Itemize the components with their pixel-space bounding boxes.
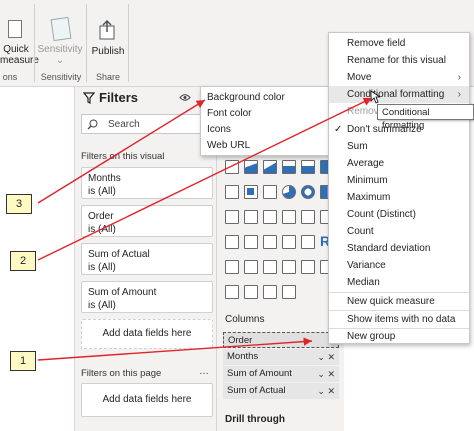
callout-1: 1	[10, 351, 36, 371]
arrow-callout-2	[37, 97, 373, 261]
arrow-callout-3	[37, 99, 206, 204]
arrow-callout-1	[37, 337, 313, 361]
annotation-arrows	[37, 97, 373, 361]
callout-2: 2	[10, 251, 36, 271]
callout-3: 3	[6, 194, 32, 214]
